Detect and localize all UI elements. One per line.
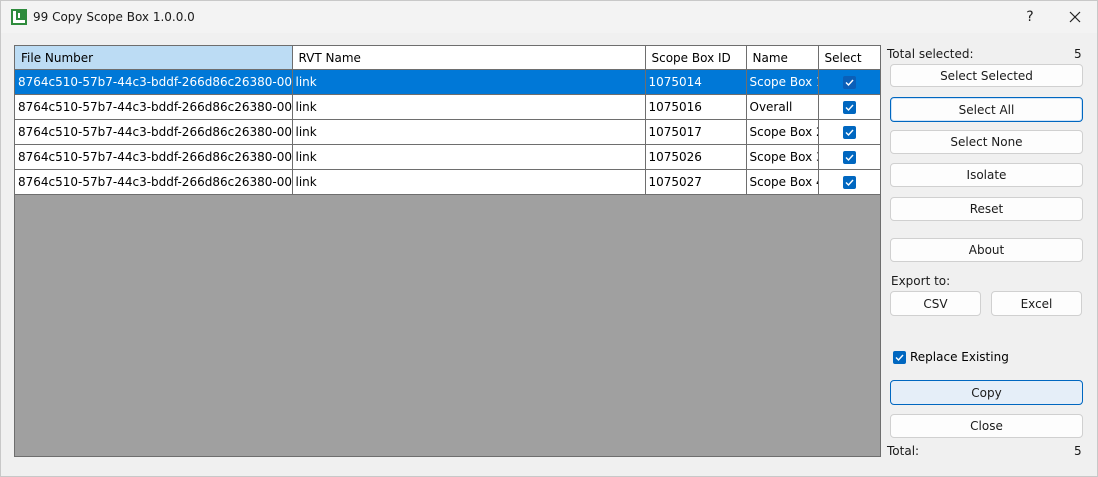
cell-name: Scope Box 3 [746, 144, 819, 170]
cell-scope-box-id: 1075016 [645, 94, 747, 120]
cell-name: Scope Box 4 [746, 169, 819, 195]
cell-scope-box-id: 1075014 [645, 69, 747, 95]
cell-rvt-name: link [292, 69, 646, 95]
cell-rvt-name: link [292, 169, 646, 195]
table-row[interactable]: 8764c510-57b7-44c3-bddf-266d86c26380-000… [15, 94, 880, 120]
export-excel-button[interactable]: Excel [991, 291, 1082, 316]
window-title: 99 Copy Scope Box 1.0.0.0 [33, 10, 195, 24]
column-header-select[interactable]: Select [818, 46, 880, 70]
total-value: 5 [1074, 444, 1082, 458]
isolate-button[interactable]: Isolate [890, 163, 1083, 187]
cell-rvt-name: link [292, 144, 646, 170]
cell-select [818, 144, 880, 170]
scope-box-grid[interactable]: File Number RVT Name Scope Box ID Name S… [14, 45, 881, 457]
select-checkbox[interactable] [843, 126, 856, 139]
app-window: 99 Copy Scope Box 1.0.0.0 ? File Number … [0, 0, 1098, 477]
copy-button[interactable]: Copy [890, 380, 1083, 405]
table-row[interactable]: 8764c510-57b7-44c3-bddf-266d86c26380-000… [15, 69, 880, 95]
select-none-button[interactable]: Select None [890, 130, 1083, 154]
select-selected-button[interactable]: Select Selected [890, 64, 1083, 87]
cell-rvt-name: link [292, 94, 646, 120]
cell-name: Scope Box 2 [746, 119, 819, 145]
select-checkbox[interactable] [843, 151, 856, 164]
cell-name: Scope Box 1 [746, 69, 819, 95]
replace-existing-label: Replace Existing [910, 350, 1009, 364]
replace-existing-option[interactable]: Replace Existing [893, 350, 1009, 364]
cell-scope-box-id: 1075017 [645, 119, 747, 145]
cell-file-number: 8764c510-57b7-44c3-bddf-266d86c26380-000… [15, 69, 293, 95]
export-csv-button[interactable]: CSV [890, 291, 981, 316]
help-button[interactable]: ? [1017, 5, 1043, 29]
export-to-label: Export to: [891, 274, 951, 288]
total-label: Total: [887, 444, 920, 458]
cell-scope-box-id: 1075027 [645, 169, 747, 195]
select-checkbox[interactable] [843, 101, 856, 114]
replace-existing-checkbox[interactable] [893, 351, 906, 364]
cell-select [818, 69, 880, 95]
select-checkbox[interactable] [843, 76, 856, 89]
app-logo-icon [11, 9, 27, 25]
cell-file-number: 8764c510-57b7-44c3-bddf-266d86c26380-000… [15, 94, 293, 120]
about-button[interactable]: About [890, 238, 1083, 262]
table-row[interactable]: 8764c510-57b7-44c3-bddf-266d86c26380-000… [15, 169, 880, 195]
cell-file-number: 8764c510-57b7-44c3-bddf-266d86c26380-000… [15, 169, 293, 195]
select-all-button[interactable]: Select All [890, 97, 1083, 122]
cell-rvt-name: link [292, 119, 646, 145]
table-row[interactable]: 8764c510-57b7-44c3-bddf-266d86c26380-000… [15, 119, 880, 145]
column-header-rvt-name[interactable]: RVT Name [292, 46, 646, 70]
cell-select [818, 119, 880, 145]
column-header-scope-box-id[interactable]: Scope Box ID [645, 46, 747, 70]
cell-file-number: 8764c510-57b7-44c3-bddf-266d86c26380-000… [15, 144, 293, 170]
close-button[interactable]: Close [890, 414, 1083, 438]
cell-file-number: 8764c510-57b7-44c3-bddf-266d86c26380-000… [15, 119, 293, 145]
table-row[interactable]: 8764c510-57b7-44c3-bddf-266d86c26380-000… [15, 144, 880, 170]
column-header-name[interactable]: Name [746, 46, 819, 70]
grid-header-row: File Number RVT Name Scope Box ID Name S… [15, 46, 880, 70]
cell-name: Overall [746, 94, 819, 120]
cell-select [818, 94, 880, 120]
title-bar: 99 Copy Scope Box 1.0.0.0 ? [1, 1, 1097, 33]
close-window-icon[interactable] [1061, 5, 1089, 29]
total-selected-label: Total selected: [887, 47, 974, 61]
total-selected-value: 5 [1074, 47, 1082, 61]
cell-select [818, 169, 880, 195]
select-checkbox[interactable] [843, 176, 856, 189]
column-header-file-number[interactable]: File Number [15, 46, 293, 70]
cell-scope-box-id: 1075026 [645, 144, 747, 170]
reset-button[interactable]: Reset [890, 197, 1083, 221]
